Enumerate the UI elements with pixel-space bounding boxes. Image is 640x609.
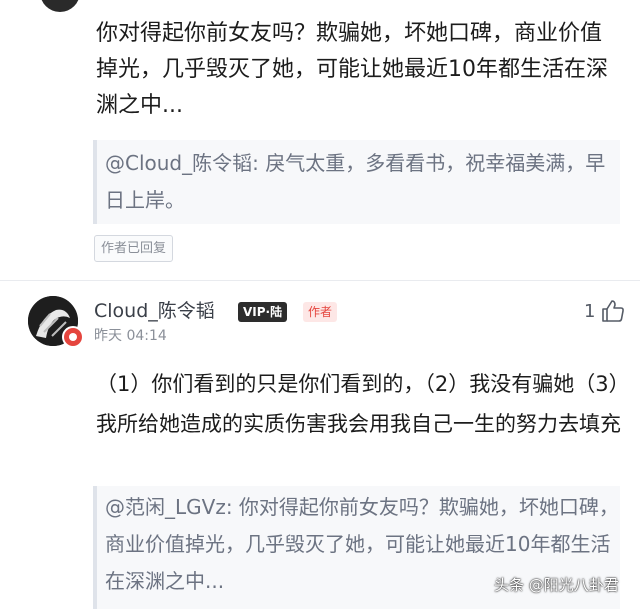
author-replied-badge: 作者已回复 [94, 235, 174, 262]
vip-badge: VIP·陆 [238, 302, 288, 322]
quoted-reply-author[interactable]: @Cloud_陈令韬 [105, 151, 252, 175]
username[interactable]: Cloud_陈令韬 [94, 298, 215, 324]
comment-text: 你对得起你前女友吗？欺骗她，坏她口碑，商业价值掉光，几乎毁灭了她，可能让她最近1… [96, 21, 608, 118]
thumbs-up-icon[interactable] [600, 298, 626, 324]
avatar-badge-icon [62, 326, 84, 348]
comment-text: （1）你们看到的只是你们看到的，（2）我没有骗她（3）我所给她造成的实质伤害我会… [96, 372, 621, 436]
quoted-reply-author[interactable]: @范闲_LGVz [105, 495, 226, 519]
divider [0, 280, 640, 281]
timestamp: 昨天 04:14 [94, 328, 167, 344]
previous-avatar-fragment [40, 0, 80, 12]
like-count: 1 [584, 301, 596, 322]
watermark: 头条 @阳光八卦君 [494, 576, 619, 594]
author-badge: 作者 [303, 302, 338, 322]
quoted-reply[interactable]: @Cloud_陈令韬: 戾气太重，多看看书，祝幸福美满，早日上岸。 [93, 140, 620, 224]
